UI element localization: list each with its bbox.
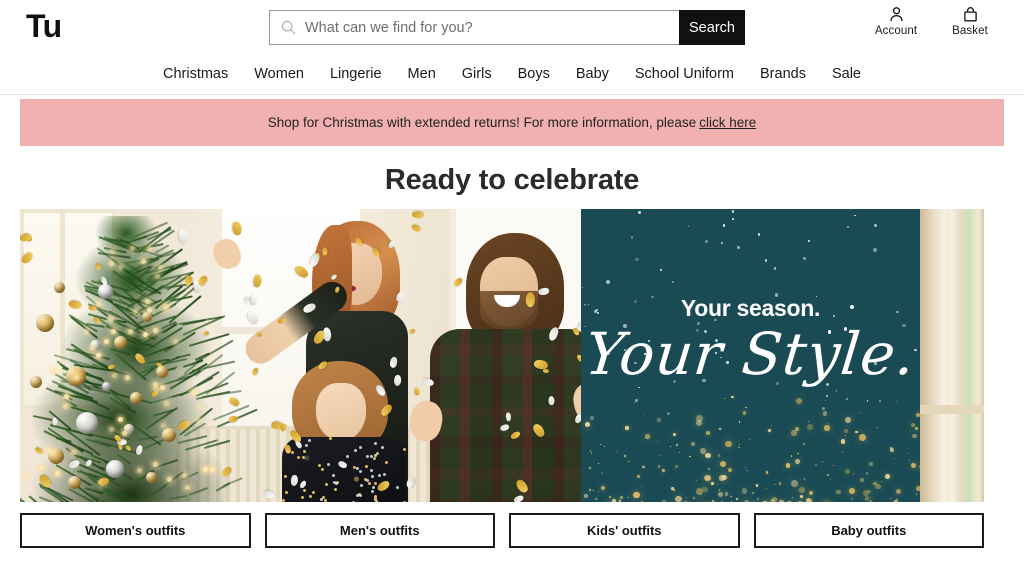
- basket-button[interactable]: Basket: [946, 6, 994, 37]
- hero-banner[interactable]: Your season. Your Style.: [20, 209, 984, 502]
- search-field: [270, 11, 679, 44]
- nav-item-boys[interactable]: Boys: [505, 67, 563, 82]
- hero-panel-text: Your season. Your Style.: [581, 295, 920, 388]
- search-bar: Search: [269, 10, 745, 45]
- nav-item-school-uniform[interactable]: School Uniform: [622, 67, 747, 82]
- page-title: Ready to celebrate: [384, 164, 640, 196]
- header-actions: Account Basket: [872, 6, 994, 37]
- baby-outfits-button[interactable]: Baby outfits: [753, 513, 984, 548]
- nav-item-sale[interactable]: Sale: [819, 67, 874, 82]
- basket-icon: [962, 6, 979, 23]
- main-navigation: Christmas Women Lingerie Men Girls Boys …: [0, 55, 1024, 95]
- promo-banner: Shop for Christmas with extended returns…: [20, 99, 1004, 146]
- basket-label: Basket: [952, 25, 988, 37]
- hero-tagline-primary: Your season.: [680, 295, 821, 321]
- nav-item-lingerie[interactable]: Lingerie: [317, 67, 395, 82]
- search-icon: [281, 20, 296, 35]
- mens-outfits-button[interactable]: Men's outfits: [264, 513, 495, 548]
- womens-outfits-button[interactable]: Women's outfits: [20, 513, 251, 548]
- hero-tagline-script: Your Style.: [582, 320, 920, 388]
- site-header: Tu Search: [0, 0, 1024, 55]
- nav-item-christmas[interactable]: Christmas: [150, 67, 241, 82]
- search-input[interactable]: [305, 11, 679, 44]
- page-root: Tu Search: [0, 0, 1024, 566]
- promo-banner-link[interactable]: click here: [699, 115, 756, 130]
- hero-teal-panel[interactable]: Your season. Your Style.: [581, 209, 920, 502]
- outfit-button-row: Women's outfits Men's outfits Kids' outf…: [20, 513, 984, 548]
- nav-item-baby[interactable]: Baby: [563, 67, 622, 82]
- man-plaid-shirt: [430, 329, 598, 502]
- site-logo[interactable]: Tu: [26, 10, 62, 42]
- nav-item-brands[interactable]: Brands: [747, 67, 819, 82]
- nav-item-men[interactable]: Men: [395, 67, 449, 82]
- girl-face: [316, 383, 366, 441]
- window-far-right: [920, 209, 984, 502]
- person-man: [405, 233, 610, 502]
- nav-item-women[interactable]: Women: [241, 67, 317, 82]
- person-icon: [888, 6, 905, 23]
- account-label: Account: [874, 25, 918, 37]
- nav-item-girls[interactable]: Girls: [449, 67, 505, 82]
- kids-outfits-button[interactable]: Kids' outfits: [509, 513, 740, 548]
- account-button[interactable]: Account: [872, 6, 920, 37]
- promo-banner-text: Shop for Christmas with extended returns…: [267, 115, 697, 130]
- search-button[interactable]: Search: [679, 10, 745, 45]
